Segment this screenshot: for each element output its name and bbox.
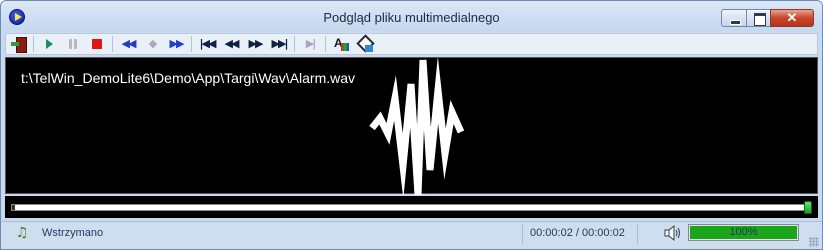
rewind-button[interactable]: ◀◀ xyxy=(222,35,240,53)
music-note-icon: ♫ xyxy=(15,225,29,241)
slow-forward-button[interactable]: ▶▶ xyxy=(167,35,185,53)
window-title: Podgląd pliku multimedialnego xyxy=(323,10,500,25)
toolbar-separator xyxy=(112,36,113,52)
font-icon[interactable] xyxy=(332,35,350,53)
slow-rewind-button[interactable]: ◀◀ xyxy=(119,35,137,53)
fast-forward-button[interactable]: ▶▶ xyxy=(246,35,264,53)
play-button[interactable] xyxy=(40,35,58,53)
playback-state: Wstrzymano xyxy=(42,227,104,239)
media-preview-window: Podgląd pliku multimedialnego ✕ ◀◀ ◆ ▶▶ … xyxy=(0,0,823,250)
toolbar-separator xyxy=(191,36,192,52)
seek-track[interactable] xyxy=(11,204,811,211)
paint-icon[interactable] xyxy=(356,35,374,53)
close-button[interactable]: ✕ xyxy=(770,9,814,27)
file-path: t:\TelWin_DemoLite6\Demo\App\Targi\Wav\A… xyxy=(21,70,356,86)
status-bar: ♫ Wstrzymano 00:00:02 / 00:00:02 100% xyxy=(1,221,822,249)
toolbar: ◀◀ ◆ ▶▶ |◀◀ ◀◀ ▶▶ ▶▶| ▶| xyxy=(5,33,818,55)
rewind-icon: ◀◀ xyxy=(224,37,240,50)
step-forward-icon: ▶| xyxy=(305,37,316,50)
speaker-icon[interactable] xyxy=(663,224,681,242)
step-forward-button[interactable]: ▶| xyxy=(301,35,319,53)
slow-rewind-icon: ◀◀ xyxy=(121,37,137,50)
minimize-button[interactable] xyxy=(721,9,747,27)
stop-icon[interactable] xyxy=(88,35,106,53)
skip-to-start-button[interactable]: |◀◀ xyxy=(198,35,217,53)
playback-time: 00:00:02 / 00:00:02 xyxy=(530,227,625,239)
seek-handle[interactable] xyxy=(804,201,812,214)
status-separator xyxy=(637,224,638,244)
maximize-button[interactable] xyxy=(746,9,771,27)
slow-normal-button[interactable]: ◆ xyxy=(143,35,161,53)
seek-bar[interactable] xyxy=(5,196,818,218)
skip-to-end-icon: ▶▶| xyxy=(271,37,289,50)
waveform-icon xyxy=(369,58,464,195)
play-icon xyxy=(46,39,53,49)
volume-label: 100% xyxy=(729,226,758,238)
skip-to-start-icon: |◀◀ xyxy=(199,37,217,50)
toolbar-separator xyxy=(294,36,295,52)
slow-normal-icon: ◆ xyxy=(148,37,157,50)
fast-forward-icon: ▶▶ xyxy=(248,37,264,50)
slow-forward-icon: ▶▶ xyxy=(169,37,185,50)
toolbar-separator xyxy=(325,36,326,52)
toolbar-separator xyxy=(33,36,34,52)
skip-to-end-button[interactable]: ▶▶| xyxy=(270,35,289,53)
exit-icon[interactable] xyxy=(9,35,27,53)
status-separator xyxy=(522,224,523,244)
pause-icon[interactable] xyxy=(64,35,82,53)
seek-start-marker xyxy=(12,205,15,210)
volume-bar[interactable]: 100% xyxy=(688,224,799,241)
media-display: t:\TelWin_DemoLite6\Demo\App\Targi\Wav\A… xyxy=(5,57,818,195)
title-bar[interactable]: Podgląd pliku multimedialnego ✕ xyxy=(1,1,822,31)
resize-grip[interactable] xyxy=(809,237,819,247)
window-controls: ✕ xyxy=(721,9,814,27)
